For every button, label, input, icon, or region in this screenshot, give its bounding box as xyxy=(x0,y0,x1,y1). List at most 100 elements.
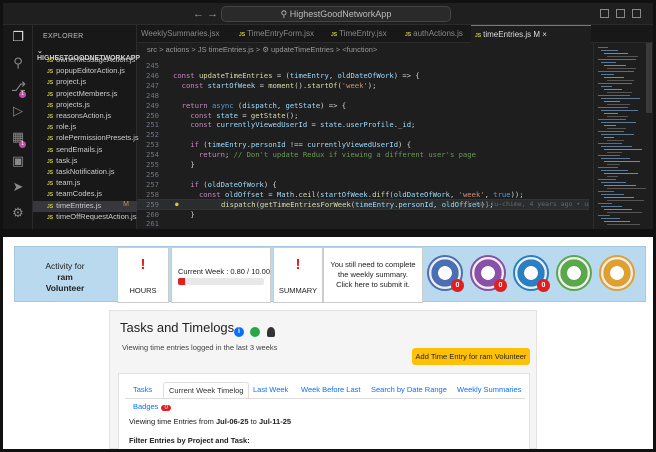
forward-arrow-icon[interactable]: → xyxy=(207,8,218,20)
file-item[interactable]: JS ownerMessageAction.js xyxy=(47,55,137,66)
editor-scrollbar[interactable] xyxy=(646,43,652,113)
code-line[interactable]: 250 const state = getState(); xyxy=(137,111,589,121)
code-text: const oldOffset = Math.ceil(startOfWeek.… xyxy=(198,189,524,199)
command-search-box[interactable]: ⚲ HighestGoodNetworkApp xyxy=(221,6,451,22)
search-icon[interactable]: ⚲ xyxy=(11,57,25,71)
code-line[interactable]: 251 const currentlyViewedUserId = state.… xyxy=(137,120,589,130)
timelog-tab[interactable]: Tasks xyxy=(133,382,152,398)
explorer-icon[interactable]: ❐ xyxy=(11,31,25,45)
tab-badges[interactable]: Badges 0 xyxy=(133,402,171,411)
code-text: const updateTimeEntries = (timeEntry, ol… xyxy=(173,70,420,80)
minimap-line xyxy=(601,86,612,87)
editor-tab[interactable]: JS TimeEntry.jsx xyxy=(327,25,401,43)
breadcrumb[interactable]: src > actions > JS timeEntries.js > ⚙ up… xyxy=(147,45,377,54)
minimap-line xyxy=(598,143,622,144)
file-item[interactable]: JS timeEntries.js M xyxy=(33,200,137,212)
summary-reminder-box[interactable]: You still need to complete the weekly su… xyxy=(323,247,423,303)
from-date: Jul-06-25 xyxy=(215,417,249,426)
file-item[interactable]: JS projectMembers.js xyxy=(47,89,137,100)
code-line[interactable]: 257 if (oldDateOfWork) { xyxy=(137,180,589,190)
modified-marker: M xyxy=(123,200,129,208)
code-line[interactable]: 245 xyxy=(137,61,589,71)
minimap[interactable] xyxy=(593,43,653,229)
info-icon[interactable]: i xyxy=(234,326,244,337)
file-item[interactable]: JS rolePermissionPresets.js xyxy=(47,133,139,144)
code-line[interactable]: 255 } xyxy=(137,160,589,170)
file-item[interactable]: JS teamCodes.js xyxy=(47,189,137,200)
add-time-entry-button[interactable]: Add Time Entry for ram Volunteer xyxy=(412,348,530,365)
code-line[interactable]: 259 dispatch(getTimeEntriesForWeek(timeE… xyxy=(137,198,589,211)
summary-box[interactable]: ! SUMMARY xyxy=(273,247,323,303)
code-line[interactable]: 256 xyxy=(137,170,589,180)
badge-icon[interactable] xyxy=(556,255,592,291)
timelog-tab[interactable]: Weekly Summaries xyxy=(457,382,521,398)
file-item[interactable]: JS taskNotification.js xyxy=(47,167,137,178)
hours-box[interactable]: ! HOURS xyxy=(117,247,169,303)
file-name: ownerMessageAction.js xyxy=(56,55,136,64)
minimap-line xyxy=(598,95,630,96)
badge-count: 0 xyxy=(537,279,550,292)
code-line[interactable]: 249 return async (dispatch, getState) =>… xyxy=(137,101,589,111)
file-name: popupEditorAction.js xyxy=(56,66,125,76)
timelog-tab[interactable]: Search by Date Range xyxy=(371,382,447,398)
editor-tab[interactable]: JS TimeEntryForm.jsx xyxy=(235,25,327,43)
minimap-line xyxy=(607,176,618,177)
file-name: teamCodes.js xyxy=(56,189,102,199)
file-item[interactable]: JS sendEmails.js xyxy=(47,145,137,156)
line-number: 260 xyxy=(146,209,159,219)
file-item[interactable]: JS popupEditorAction.js xyxy=(47,66,137,77)
explorer-header: EXPLORER xyxy=(43,33,84,40)
current-week-box[interactable]: Current Week : 0.80 / 10.00 xyxy=(171,247,271,303)
title-bar: ← → ⚲ HighestGoodNetworkApp xyxy=(3,3,653,25)
code-line[interactable]: 252 xyxy=(137,130,589,140)
toggle-panel-icon[interactable] xyxy=(616,9,625,18)
file-item[interactable]: JS projects.js xyxy=(47,100,137,111)
code-line[interactable]: 247 const startOfWeek = moment().startOf… xyxy=(137,81,589,91)
code-line[interactable]: 246 const updateTimeEntries = (timeEntry,… xyxy=(137,71,589,81)
file-item[interactable]: JS task.js xyxy=(47,156,137,167)
code-editor[interactable]: 245 246 const updateTimeEntries = (timeEnt… xyxy=(137,57,589,229)
minimap-line xyxy=(601,170,628,171)
js-file-icon: JS xyxy=(47,80,54,87)
close-tab-icon[interactable]: × xyxy=(540,30,547,39)
minimap-line xyxy=(598,203,612,204)
accounts-icon[interactable]: ➤ xyxy=(11,181,25,195)
file-item[interactable]: JS team.js xyxy=(47,178,137,189)
file-item[interactable]: JS reasonsAction.js xyxy=(47,111,137,122)
screen: ← → ⚲ HighestGoodNetworkApp ❐ ⚲ ⎇ 1 ▷ ▦ … xyxy=(0,0,656,452)
editor-tab[interactable]: JS timeEntries.js M × xyxy=(471,25,591,43)
timelog-tab[interactable]: Current Week Timelog xyxy=(163,382,250,398)
source-control-badge: 1 xyxy=(19,91,26,98)
code-line[interactable]: 254 return; // Don't update Redux if vie… xyxy=(137,150,589,160)
code-line[interactable]: 253 if (timeEntry.personId !== currently… xyxy=(137,140,589,150)
filter-label: Filter Entries by Project and Task: xyxy=(129,436,250,445)
timelog-tab[interactable]: Last Week xyxy=(253,382,288,398)
minimap-line xyxy=(607,104,630,105)
file-item[interactable]: JS project.js xyxy=(47,77,137,88)
minimap-line xyxy=(598,47,608,48)
lightbulb-icon[interactable]: ● xyxy=(175,200,179,210)
search-text: HighestGoodNetworkApp xyxy=(289,9,392,19)
timelog-tab[interactable]: Week Before Last xyxy=(301,382,360,398)
user-icon[interactable] xyxy=(266,326,275,337)
badge-icon[interactable] xyxy=(599,255,635,291)
run-debug-icon[interactable]: ▷ xyxy=(11,105,25,119)
editor-tab[interactable]: WeeklySummaries.jsx xyxy=(137,25,235,43)
minimap-line xyxy=(601,194,624,195)
toggle-sidebar-icon[interactable] xyxy=(600,9,609,18)
file-item[interactable]: JS role.js xyxy=(47,122,137,133)
file-name: sendEmails.js xyxy=(56,144,103,154)
toggle-secondary-sidebar-icon[interactable] xyxy=(632,9,641,18)
back-arrow-icon[interactable]: ← xyxy=(193,8,204,20)
code-line[interactable]: 261 xyxy=(137,219,589,229)
code-line[interactable]: 258 const oldOffset = Math.ceil(startOfW… xyxy=(137,190,589,200)
code-line[interactable]: 260 } xyxy=(137,210,589,220)
code-line[interactable]: 248 xyxy=(137,91,589,101)
tab-badges-label: Badges xyxy=(133,402,159,411)
settings-gear-icon[interactable]: ⚙ xyxy=(11,207,25,221)
code-text: } xyxy=(190,160,195,169)
remote-explorer-icon[interactable]: ▣ xyxy=(11,155,25,169)
file-item[interactable]: JS timeOffRequestAction.js xyxy=(47,212,137,223)
editor-tab[interactable]: JS authActions.js xyxy=(401,25,471,43)
js-file-icon: JS xyxy=(47,203,54,210)
